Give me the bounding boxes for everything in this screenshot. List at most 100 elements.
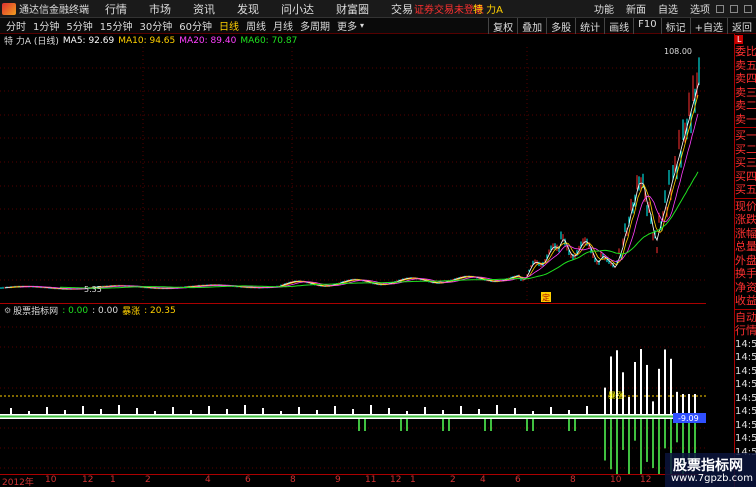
indicator-down-bar (448, 419, 450, 431)
period-5min[interactable]: 5分钟 (65, 18, 93, 33)
function-button[interactable]: 功能 (594, 1, 614, 16)
favorites-button[interactable]: 自选 (658, 1, 678, 16)
candlestick-chart[interactable]: 100.090.0080.0070.0060.0050.0040.0030.00… (0, 47, 706, 303)
indicator-up-bar (424, 407, 426, 414)
indicator-down-bar (652, 419, 654, 469)
indicator-up-bar (82, 406, 84, 414)
ma60-value: MA60: 70.87 (240, 35, 298, 46)
indicator-down-bar (484, 419, 486, 431)
watermark-url: www.7gpzb.com (671, 473, 753, 484)
indicator-up-bar (352, 409, 354, 414)
menu-item-assistant[interactable]: 问小达 (281, 1, 314, 17)
tool-back[interactable]: 返回 (727, 18, 756, 34)
window-controls (716, 4, 752, 13)
time-axis: 2012年101212468911121246810122 (0, 474, 706, 487)
indicator-up-bar (334, 406, 336, 414)
period-weekly[interactable]: 周线 (245, 18, 267, 33)
indicator-down-bar (400, 419, 402, 431)
quote-field-3: 卖三 (735, 85, 756, 99)
time-tick: 11 (365, 475, 377, 485)
indicator-down-bar (634, 419, 636, 441)
period-more[interactable]: 更多 (336, 18, 358, 33)
quote-field-12: 涨跌 (735, 213, 756, 226)
period-1min[interactable]: 1分钟 (32, 18, 60, 33)
quote-field-9: 买四 (735, 169, 756, 183)
quote-panel-header: L (735, 34, 756, 45)
quote-field-26: 14:56 (735, 406, 756, 417)
indicator-up-bar (568, 410, 570, 414)
ma5-value: MA5: 92.69 (62, 35, 115, 46)
period-multi[interactable]: 多周期 (299, 18, 331, 33)
time-tick: 12 (82, 475, 94, 485)
menu-item-quotes[interactable]: 行情 (105, 1, 127, 17)
menu-item-discover[interactable]: 发现 (237, 1, 259, 17)
indicator-up-bar (634, 361, 636, 414)
indicator-up-bar (280, 411, 282, 414)
tool-mark[interactable]: 标记 (660, 18, 690, 34)
menu-item-market[interactable]: 市场 (149, 1, 171, 17)
time-tick: 9 (335, 475, 341, 485)
tool-add-favorite[interactable]: +自选 (689, 18, 727, 34)
app-logo-icon (2, 2, 16, 15)
tool-f10[interactable]: F10 (633, 18, 660, 34)
tool-statistics[interactable]: 统计 (575, 18, 604, 34)
time-tick: 4 (205, 475, 211, 485)
indicator-up-bar (262, 408, 264, 414)
high-price-label: 108.00 (664, 47, 692, 56)
quote-field-15: 外盘 (735, 253, 756, 267)
quote-separator (735, 197, 756, 199)
indicator-up-bar (118, 405, 120, 414)
quote-field-14: 总量 (735, 240, 756, 253)
quote-field-11: 现价 (735, 199, 756, 213)
indicator-up-bar (64, 410, 66, 414)
event-marker-label: 定 (542, 293, 550, 303)
quote-panel[interactable]: L 委比 卖五 卖四 卖三 卖二 卖一 买一 买二 买三 买四 买五 现价 涨跌 涨幅 总量 外盘 换手 净资 收益… (734, 34, 756, 487)
period-30min[interactable]: 30分钟 (138, 18, 173, 33)
tool-multi-stock[interactable]: 多股 (546, 18, 575, 34)
indicator-up-bar (628, 397, 630, 414)
time-tick: 8 (570, 475, 576, 485)
indicator-down-bar (442, 419, 444, 431)
indicator-down-bar (406, 419, 408, 431)
indicator-up-bar (586, 406, 588, 414)
period-daily[interactable]: 日线 (218, 18, 240, 33)
indicator-chart[interactable]: 60.0040.0020.00-20.00-40.00-60.00 暴涨 -9.… (0, 317, 706, 474)
indicator-up-bar (244, 405, 246, 414)
period-intraday[interactable]: 分时 (5, 18, 27, 33)
time-tick: 10 (45, 475, 57, 485)
ma20-value: MA20: 89.40 (179, 35, 237, 46)
minimize-icon[interactable] (716, 4, 724, 13)
indicator-up-bar (388, 408, 390, 414)
quote-field-18: 收益 (735, 294, 756, 307)
tool-restore-rights[interactable]: 复权 (488, 18, 517, 34)
options-button[interactable]: 选项 (690, 1, 710, 16)
new-page-button[interactable]: 新面 (626, 1, 646, 16)
more-chevron-icon[interactable]: ▾ (360, 21, 364, 30)
close-icon[interactable] (744, 4, 752, 13)
indicator-name[interactable]: 股票指标网 (13, 304, 58, 317)
time-tick: 1 (410, 475, 416, 485)
time-tick: 10 (610, 475, 622, 485)
period-60min[interactable]: 60分钟 (178, 18, 213, 33)
quote-field-28: 14:56 (735, 433, 756, 444)
indicator-gear-icon[interactable]: ⚙ (4, 306, 11, 315)
menu-item-trade[interactable]: 交易 (391, 1, 413, 17)
menu-item-news[interactable]: 资讯 (193, 1, 215, 17)
ma-info-bar: 特 力A (日线) MA5: 92.69 MA10: 94.65 MA20: 8… (0, 34, 298, 48)
indicator-up-bar (226, 409, 228, 414)
menu-item-wealth[interactable]: 财富圈 (336, 1, 369, 17)
indicator-bars (10, 349, 696, 474)
indicator-up-bar (670, 358, 672, 414)
period-15min[interactable]: 15分钟 (99, 18, 134, 33)
tool-draw-line[interactable]: 画线 (604, 18, 633, 34)
maximize-icon[interactable] (730, 4, 738, 13)
indicator-up-bar (610, 356, 612, 414)
quote-field-5: 卖一 (735, 112, 756, 126)
indicator-up-bar (604, 387, 606, 414)
indicator-up-bar (616, 350, 618, 414)
tool-overlay[interactable]: 叠加 (517, 18, 546, 34)
period-monthly[interactable]: 月线 (272, 18, 294, 33)
indicator-up-bar (208, 406, 210, 414)
indicator-down-bar (628, 419, 630, 474)
indicator-down-bar (616, 419, 618, 474)
